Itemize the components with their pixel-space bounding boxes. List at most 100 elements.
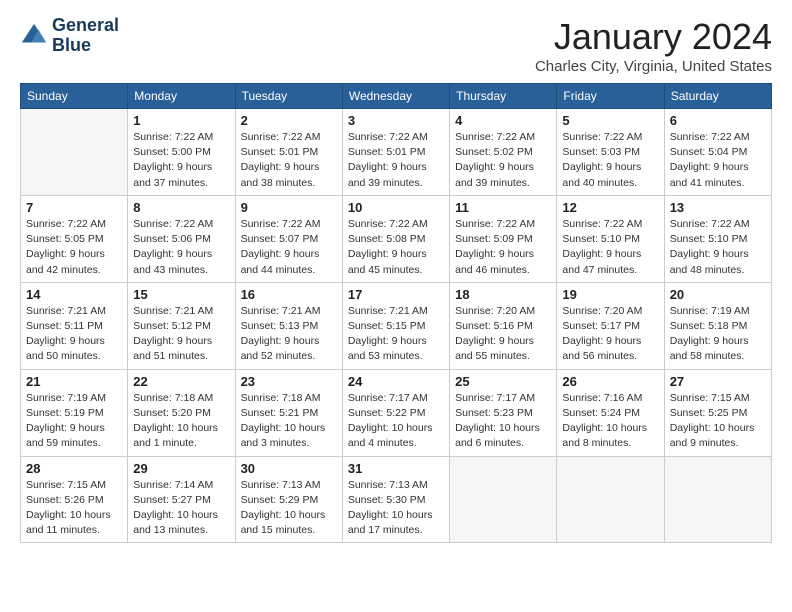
calendar-cell: 23 Sunrise: 7:18 AMSunset: 5:21 PMDayligh… — [235, 369, 342, 456]
calendar-cell: 26 Sunrise: 7:16 AMSunset: 5:24 PMDayligh… — [557, 369, 664, 456]
day-number: 5 — [562, 113, 658, 128]
day-number: 13 — [670, 200, 766, 215]
calendar-cell: 9 Sunrise: 7:22 AMSunset: 5:07 PMDaylight… — [235, 195, 342, 282]
logo-line1: General — [52, 16, 119, 36]
calendar-cell: 7 Sunrise: 7:22 AMSunset: 5:05 PMDaylight… — [21, 195, 128, 282]
calendar-cell: 18 Sunrise: 7:20 AMSunset: 5:16 PMDayligh… — [450, 282, 557, 369]
day-info: Sunrise: 7:15 AMSunset: 5:26 PMDaylight:… — [26, 478, 122, 539]
calendar-cell: 13 Sunrise: 7:22 AMSunset: 5:10 PMDayligh… — [664, 195, 771, 282]
calendar-cell: 11Sunrise: 7:22 AMSunset: 5:09 PMDayligh… — [450, 195, 557, 282]
day-info: Sunrise: 7:22 AMSunset: 5:08 PMDaylight:… — [348, 217, 444, 278]
calendar-cell: 5 Sunrise: 7:22 AMSunset: 5:03 PMDaylight… — [557, 109, 664, 196]
day-number: 28 — [26, 461, 122, 476]
calendar-cell: 16 Sunrise: 7:21 AMSunset: 5:13 PMDayligh… — [235, 282, 342, 369]
day-number: 22 — [133, 374, 229, 389]
calendar-cell: 20Sunrise: 7:19 AMSunset: 5:18 PMDayligh… — [664, 282, 771, 369]
calendar-cell: 24 Sunrise: 7:17 AMSunset: 5:22 PMDayligh… — [342, 369, 449, 456]
day-info: Sunrise: 7:14 AMSunset: 5:27 PMDaylight:… — [133, 478, 229, 539]
day-info: Sunrise: 7:13 AMSunset: 5:29 PMDaylight:… — [241, 478, 337, 539]
weekday-header-monday: Monday — [128, 84, 235, 109]
calendar-cell: 31 Sunrise: 7:13 AMSunset: 5:30 PMDayligh… — [342, 456, 449, 543]
day-number: 18 — [455, 287, 551, 302]
week-row-5: 28 Sunrise: 7:15 AMSunset: 5:26 PMDayligh… — [21, 456, 772, 543]
day-number: 1 — [133, 113, 229, 128]
day-info: Sunrise: 7:22 AMSunset: 5:10 PMDaylight:… — [562, 217, 658, 278]
day-number: 30 — [241, 461, 337, 476]
weekday-header-saturday: Saturday — [664, 84, 771, 109]
day-number: 10 — [348, 200, 444, 215]
day-info: Sunrise: 7:21 AMSunset: 5:12 PMDaylight:… — [133, 304, 229, 365]
calendar-cell: 3Sunrise: 7:22 AMSunset: 5:01 PMDaylight… — [342, 109, 449, 196]
calendar-cell: 4Sunrise: 7:22 AMSunset: 5:02 PMDaylight… — [450, 109, 557, 196]
day-info: Sunrise: 7:22 AMSunset: 5:01 PMDaylight:… — [241, 130, 337, 191]
week-row-4: 21 Sunrise: 7:19 AMSunset: 5:19 PMDayligh… — [21, 369, 772, 456]
day-info: Sunrise: 7:20 AMSunset: 5:16 PMDaylight:… — [455, 304, 551, 365]
day-number: 29 — [133, 461, 229, 476]
day-info: Sunrise: 7:18 AMSunset: 5:21 PMDaylight:… — [241, 391, 337, 452]
weekday-header-thursday: Thursday — [450, 84, 557, 109]
logo-line2: Blue — [52, 36, 119, 56]
calendar-cell — [664, 456, 771, 543]
day-info: Sunrise: 7:19 AMSunset: 5:18 PMDaylight:… — [670, 304, 766, 365]
day-info: Sunrise: 7:21 AMSunset: 5:13 PMDaylight:… — [241, 304, 337, 365]
day-number: 3 — [348, 113, 444, 128]
day-info: Sunrise: 7:19 AMSunset: 5:19 PMDaylight:… — [26, 391, 122, 452]
day-number: 16 — [241, 287, 337, 302]
day-number: 21 — [26, 374, 122, 389]
calendar-cell: 25Sunrise: 7:17 AMSunset: 5:23 PMDayligh… — [450, 369, 557, 456]
day-number: 7 — [26, 200, 122, 215]
day-number: 26 — [562, 374, 658, 389]
day-info: Sunrise: 7:16 AMSunset: 5:24 PMDaylight:… — [562, 391, 658, 452]
day-number: 11 — [455, 200, 551, 215]
week-row-1: 1 Sunrise: 7:22 AMSunset: 5:00 PMDaylight… — [21, 109, 772, 196]
day-info: Sunrise: 7:22 AMSunset: 5:07 PMDaylight:… — [241, 217, 337, 278]
day-number: 24 — [348, 374, 444, 389]
day-number: 17 — [348, 287, 444, 302]
page-header: General Blue January 2024 Charles City, … — [20, 16, 772, 75]
weekday-header-wednesday: Wednesday — [342, 84, 449, 109]
day-info: Sunrise: 7:17 AMSunset: 5:22 PMDaylight:… — [348, 391, 444, 452]
day-info: Sunrise: 7:22 AMSunset: 5:00 PMDaylight:… — [133, 130, 229, 191]
calendar-cell: 22 Sunrise: 7:18 AMSunset: 5:20 PMDayligh… — [128, 369, 235, 456]
day-number: 2 — [241, 113, 337, 128]
day-info: Sunrise: 7:22 AMSunset: 5:10 PMDaylight:… — [670, 217, 766, 278]
calendar-cell: 8 Sunrise: 7:22 AMSunset: 5:06 PMDaylight… — [128, 195, 235, 282]
day-info: Sunrise: 7:22 AMSunset: 5:06 PMDaylight:… — [133, 217, 229, 278]
logo-icon — [20, 22, 48, 50]
day-number: 9 — [241, 200, 337, 215]
calendar-cell: 27Sunrise: 7:15 AMSunset: 5:25 PMDayligh… — [664, 369, 771, 456]
day-info: Sunrise: 7:22 AMSunset: 5:03 PMDaylight:… — [562, 130, 658, 191]
day-number: 23 — [241, 374, 337, 389]
calendar-cell: 1 Sunrise: 7:22 AMSunset: 5:00 PMDaylight… — [128, 109, 235, 196]
day-info: Sunrise: 7:20 AMSunset: 5:17 PMDaylight:… — [562, 304, 658, 365]
day-info: Sunrise: 7:15 AMSunset: 5:25 PMDaylight:… — [670, 391, 766, 452]
calendar-cell: 29 Sunrise: 7:14 AMSunset: 5:27 PMDayligh… — [128, 456, 235, 543]
calendar-cell: 15 Sunrise: 7:21 AMSunset: 5:12 PMDayligh… — [128, 282, 235, 369]
day-info: Sunrise: 7:17 AMSunset: 5:23 PMDaylight:… — [455, 391, 551, 452]
calendar-cell — [21, 109, 128, 196]
day-number: 15 — [133, 287, 229, 302]
calendar-cell — [557, 456, 664, 543]
calendar-cell: 21 Sunrise: 7:19 AMSunset: 5:19 PMDayligh… — [21, 369, 128, 456]
weekday-header-sunday: Sunday — [21, 84, 128, 109]
calendar-cell: 19Sunrise: 7:20 AMSunset: 5:17 PMDayligh… — [557, 282, 664, 369]
location-title: Charles City, Virginia, United States — [535, 58, 772, 75]
day-number: 31 — [348, 461, 444, 476]
day-info: Sunrise: 7:21 AMSunset: 5:11 PMDaylight:… — [26, 304, 122, 365]
calendar-cell: 12 Sunrise: 7:22 AMSunset: 5:10 PMDayligh… — [557, 195, 664, 282]
calendar-cell: 10 Sunrise: 7:22 AMSunset: 5:08 PMDayligh… — [342, 195, 449, 282]
day-number: 6 — [670, 113, 766, 128]
day-info: Sunrise: 7:13 AMSunset: 5:30 PMDaylight:… — [348, 478, 444, 539]
day-number: 8 — [133, 200, 229, 215]
day-info: Sunrise: 7:18 AMSunset: 5:20 PMDaylight:… — [133, 391, 229, 452]
logo: General Blue — [20, 16, 119, 56]
month-title: January 2024 — [535, 16, 772, 58]
day-number: 4 — [455, 113, 551, 128]
calendar-cell — [450, 456, 557, 543]
calendar-table: SundayMondayTuesdayWednesdayThursdayFrid… — [20, 83, 772, 543]
day-number: 12 — [562, 200, 658, 215]
calendar-cell: 17Sunrise: 7:21 AMSunset: 5:15 PMDayligh… — [342, 282, 449, 369]
day-info: Sunrise: 7:22 AMSunset: 5:04 PMDaylight:… — [670, 130, 766, 191]
weekday-header-tuesday: Tuesday — [235, 84, 342, 109]
day-info: Sunrise: 7:22 AMSunset: 5:05 PMDaylight:… — [26, 217, 122, 278]
